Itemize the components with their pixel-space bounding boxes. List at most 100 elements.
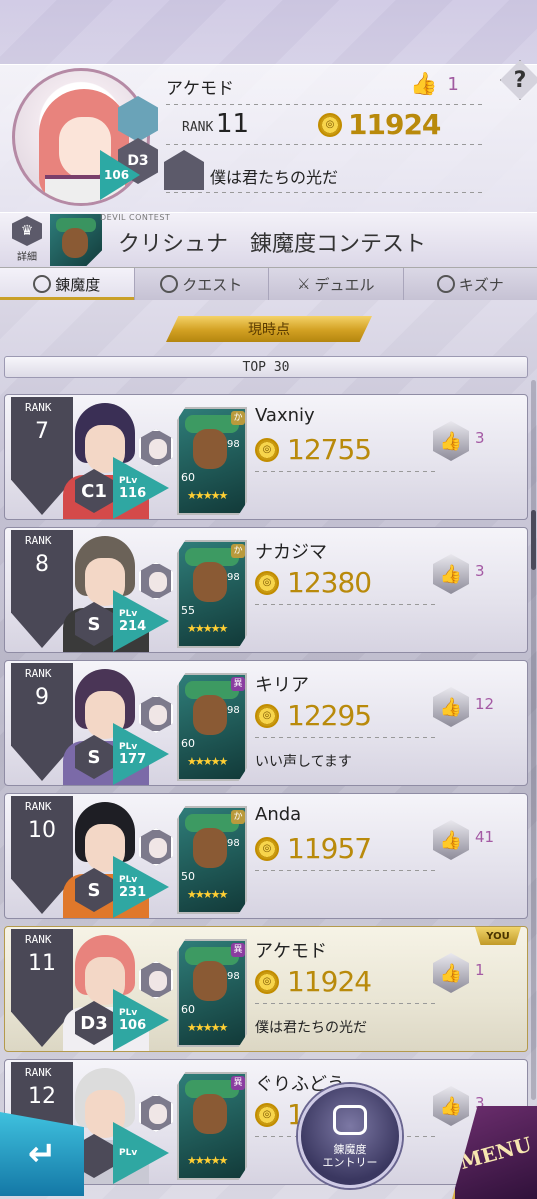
devil-face bbox=[62, 228, 88, 258]
rank-row[interactable]: RANK 9 S PLv 177 異 60 98 ★★★★★ キリア ◎ 122… bbox=[4, 660, 528, 786]
rank-row[interactable]: RANK 8 S PLv 214 か 55 98 ★★★★★ ナカジマ ◎ 12… bbox=[4, 527, 528, 653]
player-score: ◎ 12295 bbox=[255, 699, 372, 732]
plv-label: PLv bbox=[119, 1007, 138, 1018]
plv-label: PLv bbox=[119, 874, 138, 885]
star-rating-icon: ★★★★★ bbox=[187, 888, 228, 901]
like-count: 41 bbox=[475, 828, 495, 846]
star-rating-icon: ★★★★★ bbox=[187, 1021, 228, 1034]
thumbs-up-icon: 👍 bbox=[439, 1095, 463, 1117]
star-rating-icon: ★★★★★ bbox=[187, 755, 228, 768]
player-score: ◎ 1 bbox=[255, 1098, 305, 1131]
plv-value: 106 bbox=[119, 1017, 147, 1033]
devil-card[interactable]: 異 60 98 ★★★★★ bbox=[177, 673, 247, 781]
tab-quest[interactable]: クエスト bbox=[135, 268, 269, 300]
kizuna-icon bbox=[436, 275, 455, 293]
devil-face bbox=[193, 828, 227, 868]
devil-attribute-badge: か bbox=[231, 544, 245, 558]
thumbs-up-icon: 👍 bbox=[439, 430, 463, 452]
divider bbox=[166, 192, 486, 193]
entry-icon bbox=[333, 1105, 367, 1135]
rank-label: RANK bbox=[25, 1066, 52, 1079]
like-button[interactable]: 👍 bbox=[433, 421, 469, 461]
devil-attribute-badge: 異 bbox=[231, 1076, 245, 1090]
devil-face bbox=[193, 429, 227, 469]
rank-label: RANK bbox=[25, 401, 52, 414]
scrollbar[interactable] bbox=[531, 380, 536, 1100]
like-button[interactable]: 👍 bbox=[433, 554, 469, 594]
coin-icon: ◎ bbox=[255, 836, 279, 861]
player-score-value: 12755 bbox=[287, 433, 372, 466]
devil-level-cap: 98 bbox=[227, 572, 240, 583]
like-button[interactable]: 👍 bbox=[433, 953, 469, 993]
plv-value: 116 bbox=[119, 485, 147, 501]
rank-label: RANK bbox=[25, 933, 52, 946]
entry-label-line2: エントリー bbox=[322, 1156, 378, 1169]
thumbs-up-icon: 👍 bbox=[439, 962, 463, 984]
thumbs-up-icon: 👍 bbox=[439, 563, 463, 585]
devil-level-cap: 98 bbox=[227, 971, 240, 982]
player-name: アケモド bbox=[255, 941, 327, 962]
coin-icon: ◎ bbox=[255, 703, 279, 728]
rank-label: RANK bbox=[25, 534, 52, 547]
coin-icon: ◎ bbox=[255, 570, 279, 595]
devil-card[interactable]: 異 60 98 ★★★★★ bbox=[177, 939, 247, 1047]
divider bbox=[255, 870, 435, 871]
devil-level: 50 bbox=[181, 870, 195, 883]
player-comment: 僕は君たちの光だ bbox=[255, 1020, 367, 1036]
player-name: アケモド bbox=[166, 79, 234, 99]
tab-duel[interactable]: ⚔ デュエル bbox=[269, 268, 404, 300]
player-score-value: 12295 bbox=[287, 699, 372, 732]
player-score: ◎ 11957 bbox=[255, 832, 372, 865]
tab-renmado[interactable]: 錬魔度 bbox=[0, 268, 135, 300]
globe-icon bbox=[160, 275, 179, 293]
player-rank-label: RANK bbox=[182, 120, 214, 135]
devil-card[interactable]: 異 ★★★★★ bbox=[177, 1072, 247, 1180]
divider bbox=[255, 737, 435, 738]
player-plv: 106 bbox=[104, 168, 130, 182]
devil-attribute-badge: か bbox=[231, 810, 245, 824]
like-button[interactable]: 👍 bbox=[433, 1086, 469, 1126]
rank-row[interactable]: RANK 10 S PLv 231 か 50 98 ★★★★★ Anda ◎ 1… bbox=[4, 793, 528, 919]
rank-row[interactable]: RANK 11 D3 PLv 106 異 60 98 ★★★★★ アケモド ◎ … bbox=[4, 926, 528, 1052]
player-score: ◎ 12755 bbox=[255, 433, 372, 466]
scrollbar-thumb[interactable] bbox=[531, 510, 536, 570]
plv-label: PLv bbox=[119, 475, 138, 486]
devil-level: 60 bbox=[181, 471, 195, 484]
player-score-value: 11957 bbox=[287, 832, 372, 865]
like-button[interactable]: 👍 bbox=[433, 820, 469, 860]
tab-kizuna[interactable]: キズナ bbox=[404, 268, 537, 300]
trophy-icon: ♛ bbox=[12, 216, 42, 246]
devil-card[interactable]: か 55 98 ★★★★★ bbox=[177, 540, 247, 648]
renmado-icon bbox=[33, 275, 52, 293]
player-score: ◎ 11924 bbox=[255, 965, 372, 998]
devil-face bbox=[193, 1094, 227, 1134]
rank-row[interactable]: RANK 7 C1 PLv 116 か 60 98 ★★★★★ Vaxniy ◎… bbox=[4, 394, 528, 520]
detail-label: 詳細 bbox=[17, 252, 37, 263]
you-badge: YOU bbox=[475, 927, 521, 945]
player-name: ナカジマ bbox=[255, 542, 327, 563]
devil-card[interactable]: か 60 98 ★★★★★ bbox=[177, 407, 247, 515]
divider bbox=[255, 604, 435, 605]
star-rating-icon: ★★★★★ bbox=[187, 622, 228, 635]
player-avatar[interactable] bbox=[12, 68, 150, 206]
tab-label: クエスト bbox=[182, 275, 243, 294]
tab-label: キズナ bbox=[458, 275, 504, 294]
thumbs-up-icon: 👍 bbox=[439, 696, 463, 718]
player-score-value: 11924 bbox=[348, 108, 441, 141]
player-likes[interactable]: 👍 1 bbox=[410, 72, 459, 97]
detail-button[interactable]: ♛ 詳細 bbox=[10, 216, 44, 266]
like-count: 3 bbox=[475, 562, 485, 580]
thumbs-up-icon: 👍 bbox=[410, 72, 438, 97]
current-period-button[interactable]: 現時点 bbox=[166, 316, 372, 342]
plv-label: PLv bbox=[119, 608, 138, 619]
crossed-swords-icon: ⚔ bbox=[297, 275, 311, 293]
like-count: 12 bbox=[475, 695, 495, 713]
player-rank-value: 11 bbox=[216, 109, 250, 139]
like-button[interactable]: 👍 bbox=[433, 687, 469, 727]
devil-level: 60 bbox=[181, 1003, 195, 1016]
player-score-value: 11924 bbox=[287, 965, 372, 998]
player-name: キリア bbox=[255, 675, 309, 696]
plv-value: 214 bbox=[119, 618, 147, 634]
devil-card[interactable]: か 50 98 ★★★★★ bbox=[177, 806, 247, 914]
renmado-entry-button[interactable]: 錬魔度 エントリー bbox=[298, 1084, 402, 1188]
